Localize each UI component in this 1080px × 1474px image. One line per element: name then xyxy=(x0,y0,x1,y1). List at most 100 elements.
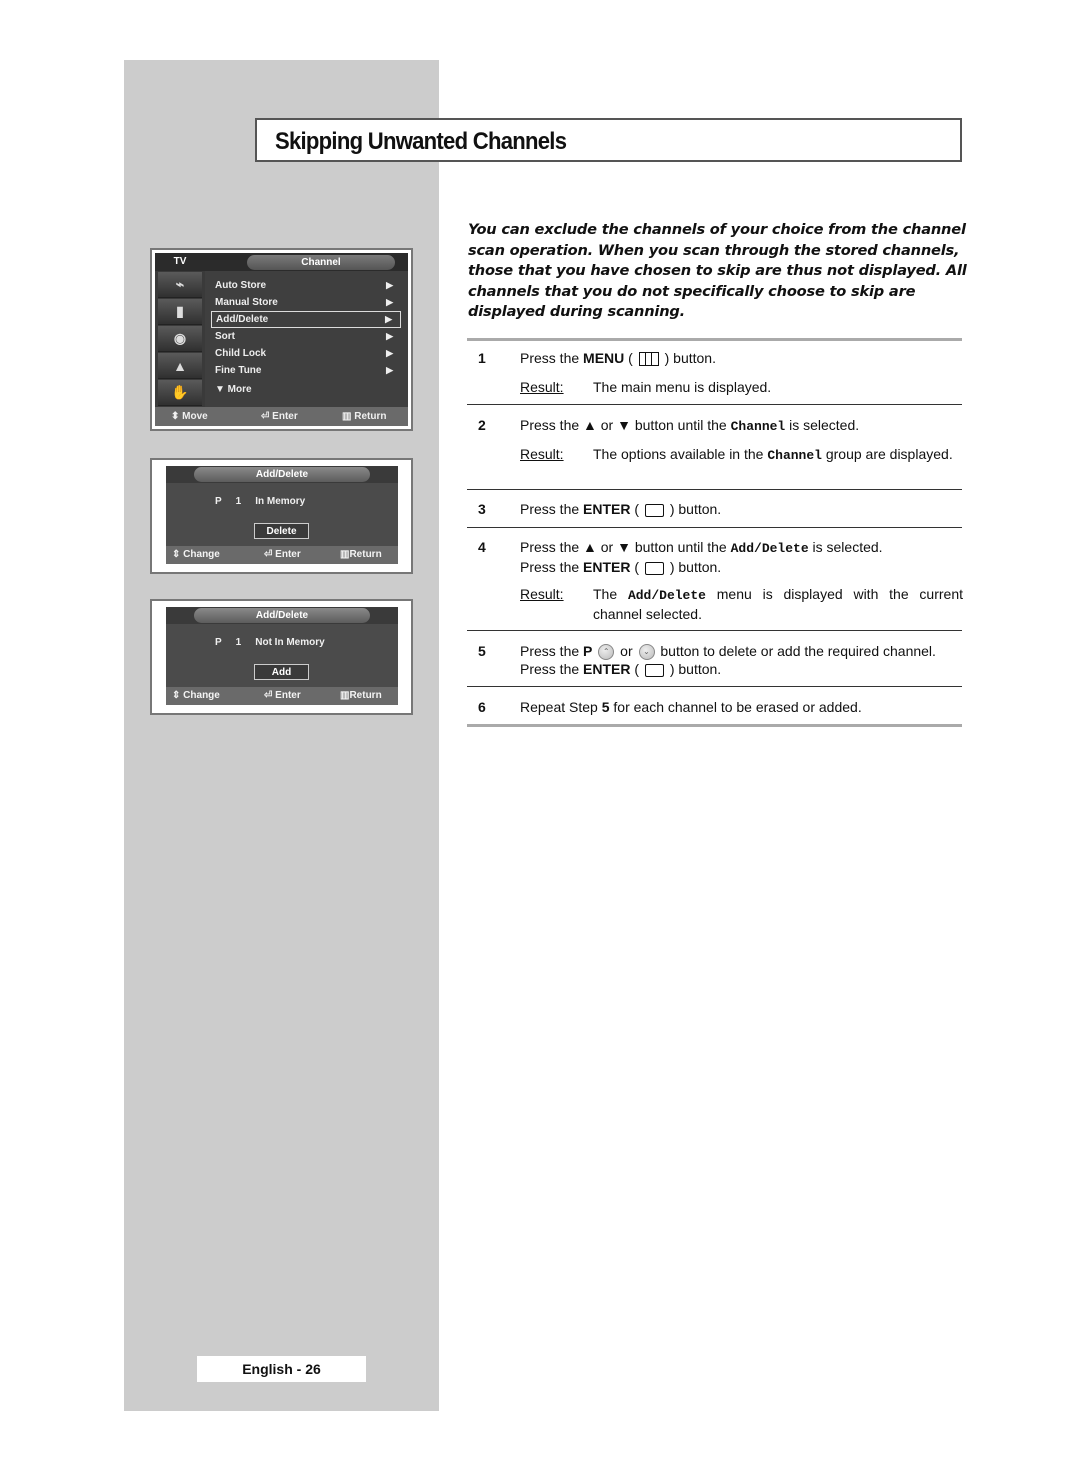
return-hint: ▥Return xyxy=(340,687,382,705)
divider xyxy=(467,489,962,490)
return-label: Return xyxy=(349,690,382,701)
menu-item-label: Sort xyxy=(215,331,235,342)
menu-item-fine-tune[interactable]: Fine Tune ▶ xyxy=(211,362,401,379)
picture-icon[interactable]: ▮ xyxy=(158,299,202,325)
right-arrow-icon: ▶ xyxy=(385,314,392,324)
text: or xyxy=(616,643,637,659)
result-label: Result: xyxy=(520,586,564,602)
menu-item-add-delete[interactable]: Add/Delete ▶ xyxy=(211,311,401,328)
enter-icon: ⏎ xyxy=(264,549,273,560)
enter-key-label: ENTER xyxy=(583,501,631,517)
delete-button[interactable]: Delete xyxy=(254,523,309,539)
add-delete-screen-in-memory: Add/Delete P 1 In Memory Delete ⇕ Change ⏎… xyxy=(166,466,398,564)
divider xyxy=(467,686,962,687)
menu-item-more[interactable]: ▼ More xyxy=(211,381,401,398)
menu-item-manual-store[interactable]: Manual Store ▶ xyxy=(211,294,401,311)
step-number: 3 xyxy=(478,501,486,517)
text: Press the ▲ or ▼ button until the xyxy=(520,539,731,555)
page-number: English - 26 xyxy=(197,1356,366,1382)
p-updown-icon: ⇕ xyxy=(172,549,181,560)
add-delete-header: Add/Delete xyxy=(166,466,398,483)
menu-item-sort[interactable]: Sort ▶ xyxy=(211,328,401,345)
divider xyxy=(467,630,962,631)
divider-bottom xyxy=(467,724,962,727)
menu-item-label: ▼ More xyxy=(215,384,252,395)
enter-key-label: ENTER xyxy=(583,661,631,678)
return-label: Return xyxy=(354,411,387,422)
right-arrow-icon: ▶ xyxy=(386,365,393,375)
channel-menu-footer: ⬍ Move ⏎ Enter ▥ Return xyxy=(155,407,408,426)
channel-prefix: P xyxy=(215,637,222,648)
menu-item-label: Add/Delete xyxy=(216,314,269,325)
page-title: Skipping Unwanted Channels xyxy=(275,128,567,155)
setup-icon[interactable]: ✋ xyxy=(158,380,202,406)
step-instruction: Press the ▲ or ▼ button until the Channe… xyxy=(520,416,963,436)
menu-item-label: Auto Store xyxy=(215,280,267,291)
enter-hint: ⏎ Enter xyxy=(261,407,298,426)
change-hint: ⇕ Change xyxy=(172,687,220,705)
memory-status: Not In Memory xyxy=(255,637,325,648)
add-delete-title: Add/Delete xyxy=(194,608,370,623)
step-instruction: Press the P ⌃ or ⌄ button to delete or a… xyxy=(520,642,963,678)
result-text: The options available in the Channel gro… xyxy=(593,445,963,465)
text: for each channel to be erased or added. xyxy=(609,699,862,715)
text: ( xyxy=(630,559,643,575)
result-label: Result: xyxy=(520,446,564,462)
step-instruction: Press the ▲ or ▼ button until the Add/De… xyxy=(520,538,963,576)
text: Press the xyxy=(520,350,584,366)
channel-prefix: P xyxy=(215,496,222,507)
menu-item-label: Manual Store xyxy=(215,297,278,308)
divider xyxy=(467,527,962,528)
menu-key-label: MENU xyxy=(583,350,625,366)
text: The xyxy=(593,586,628,602)
enter-hint: ⏎ Enter xyxy=(264,546,301,564)
p-updown-icon: ⇕ xyxy=(172,690,181,701)
divider-top xyxy=(467,338,962,341)
sound-icon[interactable]: ◉ xyxy=(158,326,202,352)
result-label: Result: xyxy=(520,379,564,395)
text: Repeat Step xyxy=(520,699,602,715)
page-title-box: Skipping Unwanted Channels xyxy=(255,118,962,162)
change-hint: ⇕ Change xyxy=(172,546,220,564)
menu-name: Add/Delete xyxy=(627,588,706,603)
updown-icon: ⬍ xyxy=(171,411,180,422)
enter-button-icon xyxy=(644,561,664,575)
text: Press the ▲ or ▼ button until the xyxy=(520,417,731,433)
channel-menu-screen: TV Channel ⌁ ▮ ◉ ▲ ✋ Auto Store ▶ Manual … xyxy=(155,253,408,426)
step-instruction: Press the ENTER ( ) button. xyxy=(520,500,963,518)
text: group are displayed. xyxy=(821,446,953,462)
text: is selected. xyxy=(808,539,883,555)
move-hint: ⬍ Move xyxy=(171,407,208,426)
add-delete-footer: ⇕ Change ⏎ Enter ▥Return xyxy=(166,687,398,705)
channel-icon[interactable]: ▲ xyxy=(158,353,202,379)
enter-label: Enter xyxy=(272,411,298,422)
step-reference: 5 xyxy=(601,699,610,715)
return-label: Return xyxy=(349,549,382,560)
antenna-icon[interactable]: ⌁ xyxy=(158,272,202,298)
enter-label: Enter xyxy=(275,549,301,560)
text: Press the xyxy=(520,643,584,659)
return-hint: ▥Return xyxy=(340,546,382,564)
menu-item-label: Child Lock xyxy=(215,348,267,359)
intro-paragraph: You can exclude the channels of your cho… xyxy=(468,221,967,320)
enter-button-icon xyxy=(644,503,664,517)
channel-menu-items: Auto Store ▶ Manual Store ▶ Add/Delete ▶ So… xyxy=(211,277,401,398)
menu-item-child-lock[interactable]: Child Lock ▶ xyxy=(211,345,401,362)
right-arrow-icon: ▶ xyxy=(386,348,393,358)
add-delete-header: Add/Delete xyxy=(166,607,398,624)
channel-menu-header: TV Channel xyxy=(155,253,408,271)
text: ( xyxy=(624,350,637,366)
step-number: 5 xyxy=(478,643,486,659)
text: The options available in the xyxy=(593,446,768,462)
move-label: Move xyxy=(182,411,208,422)
add-button[interactable]: Add xyxy=(254,664,309,680)
step-number: 2 xyxy=(478,417,486,433)
enter-icon: ⏎ xyxy=(264,690,273,701)
return-hint: ▥ Return xyxy=(342,407,386,426)
menu-item-auto-store[interactable]: Auto Store ▶ xyxy=(211,277,401,294)
enter-label: Enter xyxy=(275,690,301,701)
change-label: Change xyxy=(183,690,220,701)
channel-status-line: P 1 In Memory xyxy=(215,496,319,507)
text: Press the xyxy=(520,559,584,575)
tv-label: TV xyxy=(173,256,187,267)
